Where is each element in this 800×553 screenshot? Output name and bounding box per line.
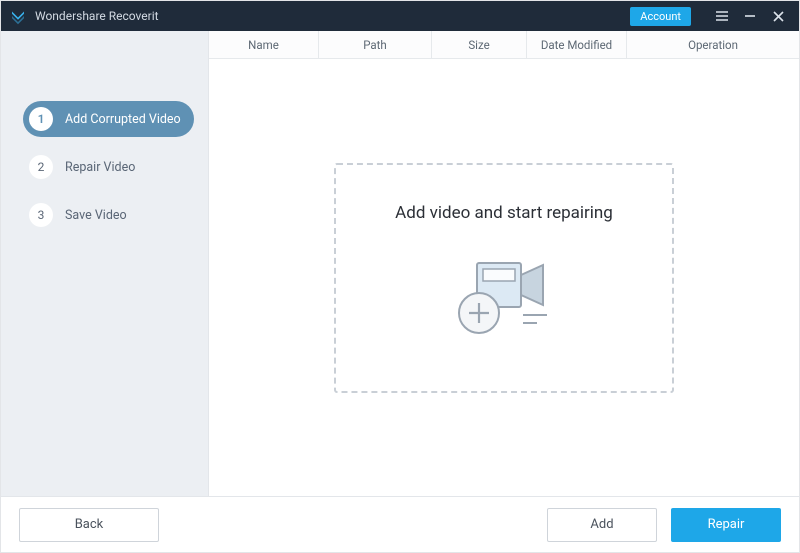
video-camera-add-icon	[439, 255, 569, 345]
body: 1 Add Corrupted Video 2 Repair Video 3 S…	[1, 31, 799, 496]
column-operation: Operation	[627, 31, 799, 58]
step-add-corrupted-video[interactable]: 1 Add Corrupted Video	[23, 101, 194, 137]
step-label: Save Video	[65, 208, 127, 223]
step-save-video[interactable]: 3 Save Video	[23, 197, 194, 233]
step-repair-video[interactable]: 2 Repair Video	[23, 149, 194, 185]
step-number: 2	[29, 155, 53, 179]
repair-button[interactable]: Repair	[671, 508, 781, 542]
footer: Back Add Repair	[1, 496, 799, 552]
titlebar: Wondershare Recoverit Account	[1, 1, 799, 31]
column-name: Name	[209, 31, 319, 58]
empty-state: Add video and start repairing	[209, 59, 799, 496]
minimize-icon[interactable]	[739, 5, 761, 27]
account-button[interactable]: Account	[630, 7, 691, 26]
add-button[interactable]: Add	[547, 508, 657, 542]
menu-icon[interactable]	[711, 5, 733, 27]
column-date-modified: Date Modified	[527, 31, 627, 58]
column-path: Path	[319, 31, 432, 58]
dropzone-title: Add video and start repairing	[395, 203, 613, 223]
app-window: Wondershare Recoverit Account 1 Add Corr…	[0, 0, 800, 553]
dropzone[interactable]: Add video and start repairing	[334, 163, 674, 393]
app-logo-icon	[9, 7, 27, 25]
step-label: Add Corrupted Video	[65, 112, 181, 127]
sidebar: 1 Add Corrupted Video 2 Repair Video 3 S…	[1, 31, 208, 496]
column-size: Size	[432, 31, 527, 58]
step-number: 3	[29, 203, 53, 227]
close-icon[interactable]	[767, 5, 789, 27]
main-panel: Name Path Size Date Modified Operation A…	[208, 31, 799, 496]
step-label: Repair Video	[65, 160, 135, 175]
app-title: Wondershare Recoverit	[35, 9, 159, 23]
back-button[interactable]: Back	[19, 508, 159, 542]
table-header: Name Path Size Date Modified Operation	[209, 31, 799, 59]
step-number: 1	[29, 107, 53, 131]
